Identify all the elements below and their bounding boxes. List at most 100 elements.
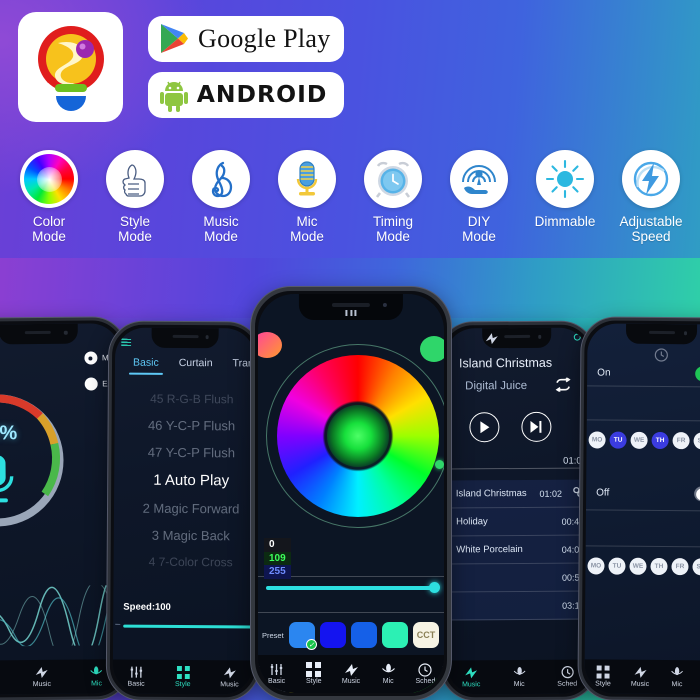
nav-item-style[interactable]: Style	[159, 665, 206, 688]
day-chip[interactable]: FR	[672, 432, 690, 450]
day-chip[interactable]: MO	[587, 557, 605, 575]
mic-sensitivity-gauge[interactable]: 32%	[0, 386, 72, 536]
day-chip[interactable]: TU	[608, 557, 626, 575]
phone-music-mode: Island Christmas Digital Juice 01:0 Isla…	[438, 321, 598, 700]
list-item[interactable]: 4 7-Color Cross	[114, 549, 254, 576]
playback-controls[interactable]	[469, 411, 552, 443]
nav-item-mic[interactable]: Mic	[658, 666, 695, 688]
nav-item-music[interactable]: Music	[14, 666, 69, 689]
nav-item-mic[interactable]: Mic	[370, 663, 407, 685]
list-item[interactable]: White Porcelain 04:05	[446, 535, 591, 565]
track-time: 01:02	[539, 488, 563, 499]
list-item-selected[interactable]: 1 Auto Play	[114, 466, 254, 496]
color-wheel-picker[interactable]	[264, 342, 444, 530]
nav-item-basic[interactable]: Basic	[113, 666, 160, 688]
list-item[interactable]: 2 Magic Forward	[114, 495, 254, 523]
feature-color-mode[interactable]: Color Mode	[8, 150, 90, 244]
bottom-nav[interactable]: Style Music Mic	[584, 659, 700, 695]
track-list[interactable]: Island Christmas 01:02 Holiday 00:41 Whi…	[445, 479, 591, 621]
schedule-on-row[interactable]: On	[587, 365, 700, 382]
list-item[interactable]: 46 Y-C-P Flush	[115, 412, 255, 440]
schedule-off-toggle[interactable]	[694, 486, 700, 502]
phone-schedule-mode: On MO TU WE TH FR SA SU Off MO	[578, 317, 700, 700]
list-item[interactable]: 47 Y-C-P Flush	[114, 439, 254, 467]
music-mode-screen: Island Christmas Digital Juice 01:0 Isla…	[444, 327, 592, 695]
feature-dimmable[interactable]: Dimmable	[524, 150, 606, 230]
schedule-on-days[interactable]: MO TU WE TH FR SA SU	[587, 431, 700, 450]
radio-button[interactable]	[84, 377, 98, 391]
day-chip[interactable]: TH	[650, 557, 668, 576]
color-swatch[interactable]	[320, 622, 346, 648]
nav-item-style[interactable]: Style	[295, 662, 332, 685]
feature-style-mode[interactable]: Style Mode	[94, 150, 176, 244]
tab-curtain[interactable]: Curtain	[169, 357, 223, 369]
list-item[interactable]: 45 R-G-B Flush	[115, 386, 255, 413]
color-swatch[interactable]	[382, 622, 408, 648]
feature-mic-mode[interactable]: Mic Mode	[266, 150, 348, 244]
day-chip[interactable]: TU	[609, 431, 627, 449]
bottom-nav[interactable]: Style Music Mic	[0, 659, 124, 695]
hue-ring-knob[interactable]	[435, 460, 444, 469]
grid-icon	[306, 662, 322, 677]
brightness-slider[interactable]	[266, 582, 440, 593]
nav-item-basic[interactable]: Basic	[258, 663, 295, 685]
schedule-off-row[interactable]: Off	[586, 485, 700, 502]
nav-item-music[interactable]: Music	[447, 666, 495, 688]
nav-item-sched[interactable]: Sched	[695, 666, 700, 688]
color-wheel[interactable]	[277, 355, 439, 517]
brightness-track[interactable]	[266, 582, 440, 593]
next-track-button[interactable]	[521, 411, 552, 442]
schedule-off-days[interactable]: MO TU WE TH FR SA SU	[585, 557, 700, 576]
android-badge[interactable]: ANDROID	[148, 72, 344, 118]
nav-item-music[interactable]: Music	[206, 666, 253, 688]
cct-swatch[interactable]: CCT	[413, 622, 439, 648]
schedule-on-toggle[interactable]	[695, 366, 700, 382]
speed-control[interactable]: Speed:100 –	[115, 602, 254, 629]
repeat-icon[interactable]	[555, 376, 571, 397]
list-item[interactable]: Holiday 00:41	[445, 507, 591, 537]
nav-label: Music	[462, 681, 481, 689]
list-item[interactable]: Island Christmas 01:02	[445, 479, 590, 509]
menu-icon[interactable]	[121, 334, 132, 352]
bottom-nav[interactable]: Basic Style Music	[112, 659, 253, 695]
color-swatch[interactable]	[351, 622, 377, 648]
day-chip[interactable]: SA	[693, 432, 700, 450]
nav-item-music[interactable]: Music	[332, 663, 369, 685]
list-item[interactable]: 3 Magic Back	[114, 522, 254, 550]
feature-timing-mode[interactable]: Timing Mode	[352, 150, 434, 244]
google-play-badge[interactable]: Google Play	[148, 16, 344, 62]
play-button[interactable]	[469, 412, 500, 443]
clock-icon	[418, 662, 433, 677]
progress-bar[interactable]	[445, 467, 590, 470]
gradient-chip-right[interactable]	[420, 336, 444, 362]
day-chip[interactable]: FR	[671, 558, 689, 576]
list-item[interactable]: 03:17	[446, 591, 591, 621]
brightness-knob[interactable]	[429, 582, 440, 593]
minus-icon[interactable]: –	[115, 619, 120, 629]
feature-diy-mode[interactable]: DIY Mode	[438, 150, 520, 244]
nav-label: Music	[32, 680, 52, 689]
day-chip[interactable]: WE	[629, 557, 647, 575]
tab-basic[interactable]: Basic	[123, 357, 169, 369]
feature-music-mode[interactable]: Music Mode	[180, 150, 262, 244]
day-chip[interactable]: TH	[651, 431, 669, 450]
day-chip[interactable]: MO	[588, 431, 606, 449]
radio-button[interactable]	[83, 351, 98, 365]
preset-swatch-row[interactable]: Preset ✓ CCT	[258, 622, 444, 650]
bottom-nav[interactable]: Music Mic Sched	[447, 659, 592, 695]
list-item[interactable]: 00:58	[446, 563, 591, 593]
nav-item-style[interactable]: Style	[0, 666, 15, 689]
feature-adjustable-speed[interactable]: Adjustable Speed	[610, 150, 692, 244]
style-tabs[interactable]: Basic Curtain Trans	[115, 350, 255, 377]
smart-bulb-logo	[37, 26, 104, 111]
effect-list[interactable]: 45 R-G-B Flush 46 Y-C-P Flush 47 Y-C-P F…	[114, 386, 255, 576]
day-chip[interactable]: SA	[692, 558, 700, 576]
color-swatch[interactable]: ✓	[289, 622, 317, 650]
nav-item-music[interactable]: Music	[621, 666, 658, 688]
nav-item-mic[interactable]: Mic	[495, 666, 543, 688]
speed-slider[interactable]: –	[115, 619, 254, 629]
bottom-nav[interactable]: Basic Style Music	[258, 655, 444, 693]
day-chip[interactable]: WE	[630, 431, 648, 449]
nav-item-sched[interactable]: Sched	[407, 662, 444, 685]
nav-item-style[interactable]: Style	[584, 665, 621, 688]
